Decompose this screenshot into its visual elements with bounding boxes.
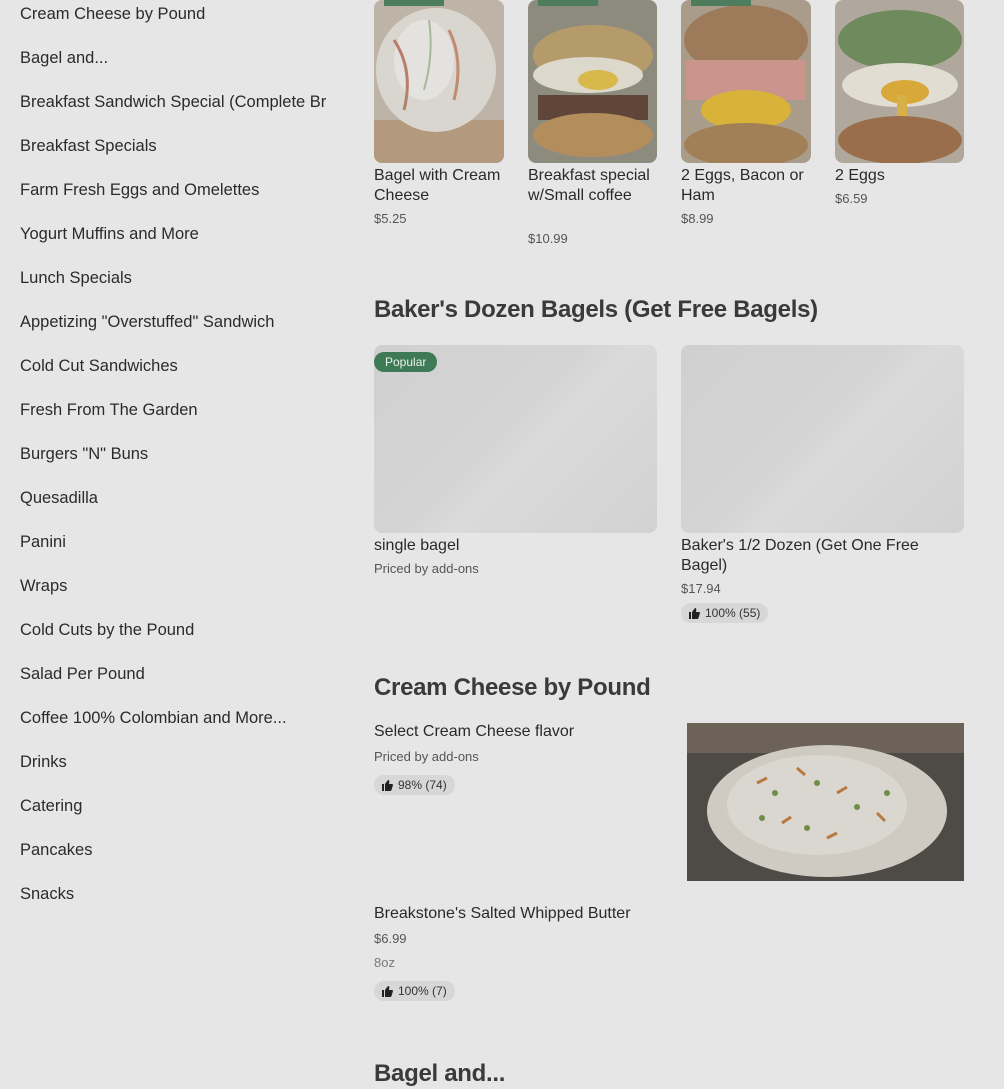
sidebar-item-breakfast-sandwich[interactable]: Breakfast Sandwich Special (Complete Bre… xyxy=(20,92,326,112)
item-title: Breakstone's Salted Whipped Butter xyxy=(374,905,631,922)
thumbs-up-icon xyxy=(382,779,393,791)
thumbs-up-icon xyxy=(382,985,393,997)
card-title: Breakfast special w/Small coffee xyxy=(528,167,650,204)
sidebar-item-catering[interactable]: Catering xyxy=(20,796,326,816)
card-price: Priced by add-ons xyxy=(374,561,479,576)
sidebar-item-eggs-omelettes[interactable]: Farm Fresh Eggs and Omelettes xyxy=(20,180,326,200)
card-price: $17.94 xyxy=(681,581,721,596)
rating-badge: 98% (74) xyxy=(374,775,455,795)
breakfast-special-image xyxy=(528,0,657,163)
sidebar-item-cold-cuts-pound[interactable]: Cold Cuts by the Pound xyxy=(20,620,326,640)
sidebar-item-pancakes[interactable]: Pancakes xyxy=(20,840,326,860)
item-price: $6.99 xyxy=(374,931,407,946)
card-title: Bagel with Cream Cheese xyxy=(374,167,501,204)
sidebar-item-cream-cheese[interactable]: Cream Cheese by Pound xyxy=(20,4,326,24)
sidebar-item-snacks[interactable]: Snacks xyxy=(20,884,326,904)
bakers-half-dozen-image-placeholder xyxy=(681,345,964,533)
card-price: $10.99 xyxy=(528,231,568,246)
sidebar-item-lunch-specials[interactable]: Lunch Specials xyxy=(20,268,326,288)
card-price: $6.59 xyxy=(835,191,868,206)
sidebar-item-fresh-garden[interactable]: Fresh From The Garden xyxy=(20,400,326,420)
item-title: Select Cream Cheese flavor xyxy=(374,723,575,740)
card-title: 2 Eggs, Bacon or Ham xyxy=(681,167,804,204)
sidebar-item-burgers[interactable]: Burgers "N" Buns xyxy=(20,444,326,464)
item-description: 8oz xyxy=(374,955,395,970)
popular-badge: Popular xyxy=(374,352,438,372)
cream-cheese-image xyxy=(687,723,964,881)
card-title: single bagel xyxy=(374,537,460,554)
category-sidebar: Cream Cheese by Pound Bagel and... Break… xyxy=(0,0,330,1089)
single-bagel-image-placeholder xyxy=(374,345,657,533)
sidebar-item-drinks[interactable]: Drinks xyxy=(20,752,326,772)
sidebar-item-breakfast-specials[interactable]: Breakfast Specials xyxy=(20,136,326,156)
sidebar-item-panini[interactable]: Panini xyxy=(20,532,326,552)
menu-content: Bagel with Cream Cheese $5.25 Breakfast … xyxy=(374,0,974,1089)
sidebar-item-yogurt-muffins[interactable]: Yogurt Muffins and More xyxy=(20,224,326,244)
sidebar-item-salad-pound[interactable]: Salad Per Pound xyxy=(20,664,326,684)
card-price: $5.25 xyxy=(374,211,407,226)
sidebar-item-bagel-and[interactable]: Bagel and... xyxy=(20,48,326,68)
rating-text: 98% (74) xyxy=(398,778,447,792)
rating-badge: 100% (55) xyxy=(681,603,769,623)
section-title-bagel-and: Bagel and... xyxy=(374,1060,506,1087)
card-title: Baker's 1/2 Dozen (Get One Free Bagel) xyxy=(681,537,919,574)
sidebar-item-wraps[interactable]: Wraps xyxy=(20,576,326,596)
eggs-bacon-ham-image xyxy=(681,0,811,163)
section-title-bakers-dozen: Baker's Dozen Bagels (Get Free Bagels) xyxy=(374,296,818,323)
item-price: Priced by add-ons xyxy=(374,749,479,764)
thumbs-up-icon xyxy=(689,607,700,619)
bagel-cream-cheese-image xyxy=(374,0,504,163)
sidebar-item-cold-cut-sandwiches[interactable]: Cold Cut Sandwiches xyxy=(20,356,326,376)
rating-text: 100% (7) xyxy=(398,984,447,998)
card-title: 2 Eggs xyxy=(835,167,885,184)
sidebar-item-quesadilla[interactable]: Quesadilla xyxy=(20,488,326,508)
rating-badge: 100% (7) xyxy=(374,981,455,1001)
section-title-cream-cheese: Cream Cheese by Pound xyxy=(374,674,651,701)
sidebar-item-coffee[interactable]: Coffee 100% Colombian and More... xyxy=(20,708,326,728)
rating-text: 100% (55) xyxy=(705,606,761,620)
two-eggs-image xyxy=(835,0,964,163)
sidebar-item-overstuffed-sandwich[interactable]: Appetizing "Overstuffed" Sandwich xyxy=(20,312,326,332)
card-price: $8.99 xyxy=(681,211,714,226)
